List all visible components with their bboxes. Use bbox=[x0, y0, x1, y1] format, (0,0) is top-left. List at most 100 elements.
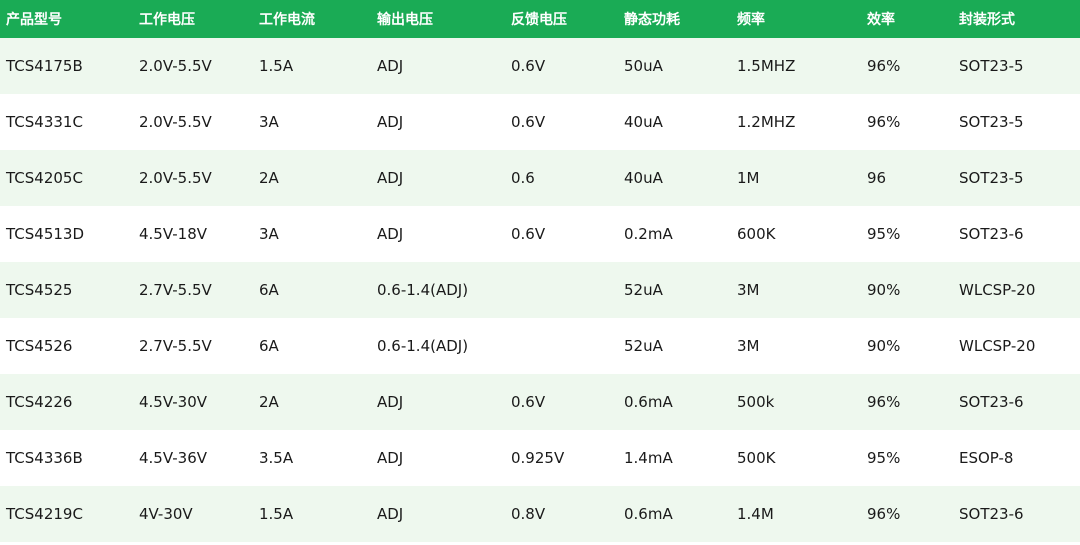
table-cell: TCS4205C bbox=[0, 150, 132, 206]
table-cell: 0.2mA bbox=[617, 206, 730, 262]
table-cell: 2.0V-5.5V bbox=[132, 94, 252, 150]
table-cell: 6A bbox=[252, 262, 370, 318]
table-cell: TCS4331C bbox=[0, 94, 132, 150]
table-row: TCS4226 4.5V-30V 2A ADJ 0.6V 0.6mA 500k … bbox=[0, 374, 1080, 430]
table-cell: ADJ bbox=[370, 430, 504, 486]
table-cell: 40uA bbox=[617, 94, 730, 150]
table-cell: TCS4513D bbox=[0, 206, 132, 262]
table-cell: 4V-30V bbox=[132, 486, 252, 542]
table-cell: SOT23-5 bbox=[952, 150, 1080, 206]
table-cell: 95% bbox=[860, 430, 952, 486]
table-cell: ADJ bbox=[370, 150, 504, 206]
table-cell: SOT23-5 bbox=[952, 94, 1080, 150]
table-row: TCS4525 2.7V-5.5V 6A 0.6-1.4(ADJ) 52uA 3… bbox=[0, 262, 1080, 318]
table-cell: 90% bbox=[860, 262, 952, 318]
table-cell: 50uA bbox=[617, 38, 730, 94]
table-row: TCS4526 2.7V-5.5V 6A 0.6-1.4(ADJ) 52uA 3… bbox=[0, 318, 1080, 374]
table-cell: 52uA bbox=[617, 318, 730, 374]
table-cell: 96 bbox=[860, 150, 952, 206]
table-cell: 3M bbox=[730, 262, 860, 318]
table-row: TCS4219C 4V-30V 1.5A ADJ 0.8V 0.6mA 1.4M… bbox=[0, 486, 1080, 542]
table-cell: 1.2MHZ bbox=[730, 94, 860, 150]
table-cell: 1.4mA bbox=[617, 430, 730, 486]
table-row: TCS4331C 2.0V-5.5V 3A ADJ 0.6V 40uA 1.2M… bbox=[0, 94, 1080, 150]
table-cell: 3M bbox=[730, 318, 860, 374]
table-cell: 90% bbox=[860, 318, 952, 374]
table-cell: SOT23-6 bbox=[952, 374, 1080, 430]
column-header: 封装形式 bbox=[952, 0, 1080, 38]
table-cell: ADJ bbox=[370, 38, 504, 94]
table-cell: 3A bbox=[252, 206, 370, 262]
table-cell: 3.5A bbox=[252, 430, 370, 486]
table-cell: 0.6-1.4(ADJ) bbox=[370, 318, 504, 374]
table-cell: TCS4226 bbox=[0, 374, 132, 430]
table-cell: TCS4526 bbox=[0, 318, 132, 374]
table-cell: 4.5V-18V bbox=[132, 206, 252, 262]
table-cell: 2.0V-5.5V bbox=[132, 38, 252, 94]
column-header: 静态功耗 bbox=[617, 0, 730, 38]
table-cell: 2.7V-5.5V bbox=[132, 262, 252, 318]
table-cell bbox=[504, 318, 617, 374]
column-header: 频率 bbox=[730, 0, 860, 38]
table-cell: ESOP-8 bbox=[952, 430, 1080, 486]
column-header: 工作电压 bbox=[132, 0, 252, 38]
table-cell: 3A bbox=[252, 94, 370, 150]
table-row: TCS4175B 2.0V-5.5V 1.5A ADJ 0.6V 50uA 1.… bbox=[0, 38, 1080, 94]
table-row: TCS4205C 2.0V-5.5V 2A ADJ 0.6 40uA 1M 96… bbox=[0, 150, 1080, 206]
table-cell: 500K bbox=[730, 430, 860, 486]
table-cell: TCS4175B bbox=[0, 38, 132, 94]
table-cell: 0.6V bbox=[504, 94, 617, 150]
table-cell: 1.5A bbox=[252, 486, 370, 542]
table-cell: 52uA bbox=[617, 262, 730, 318]
table-cell: WLCSP-20 bbox=[952, 262, 1080, 318]
column-header: 产品型号 bbox=[0, 0, 132, 38]
table-cell: ADJ bbox=[370, 486, 504, 542]
table-cell: ADJ bbox=[370, 374, 504, 430]
table-cell: TCS4336B bbox=[0, 430, 132, 486]
table-cell: 0.6mA bbox=[617, 374, 730, 430]
table-cell: TCS4219C bbox=[0, 486, 132, 542]
table-cell: TCS4525 bbox=[0, 262, 132, 318]
table-cell: 2A bbox=[252, 150, 370, 206]
column-header: 效率 bbox=[860, 0, 952, 38]
table-cell: 96% bbox=[860, 374, 952, 430]
table-cell: 0.6 bbox=[504, 150, 617, 206]
table-cell: 95% bbox=[860, 206, 952, 262]
table-cell: 0.6V bbox=[504, 206, 617, 262]
table-cell: 1.4M bbox=[730, 486, 860, 542]
table-cell: SOT23-6 bbox=[952, 486, 1080, 542]
table-cell: WLCSP-20 bbox=[952, 318, 1080, 374]
table-cell: 500k bbox=[730, 374, 860, 430]
table-cell: 1M bbox=[730, 150, 860, 206]
table-cell: 6A bbox=[252, 318, 370, 374]
table-cell: 4.5V-30V bbox=[132, 374, 252, 430]
table-cell: 4.5V-36V bbox=[132, 430, 252, 486]
table-cell: 96% bbox=[860, 38, 952, 94]
table-cell: ADJ bbox=[370, 94, 504, 150]
table-cell: SOT23-6 bbox=[952, 206, 1080, 262]
table-cell: ADJ bbox=[370, 206, 504, 262]
table-cell: 600K bbox=[730, 206, 860, 262]
product-spec-table: 产品型号 工作电压 工作电流 输出电压 反馈电压 静态功耗 频率 效率 封装形式… bbox=[0, 0, 1080, 542]
table-cell: 0.6V bbox=[504, 374, 617, 430]
table-cell: 0.6V bbox=[504, 38, 617, 94]
column-header: 反馈电压 bbox=[504, 0, 617, 38]
table-cell: 2A bbox=[252, 374, 370, 430]
table-cell: 0.6mA bbox=[617, 486, 730, 542]
column-header: 输出电压 bbox=[370, 0, 504, 38]
table-cell: 1.5MHZ bbox=[730, 38, 860, 94]
table-cell: 2.0V-5.5V bbox=[132, 150, 252, 206]
table-cell bbox=[504, 262, 617, 318]
table-cell: 1.5A bbox=[252, 38, 370, 94]
table-cell: 96% bbox=[860, 486, 952, 542]
column-header: 工作电流 bbox=[252, 0, 370, 38]
table-row: TCS4513D 4.5V-18V 3A ADJ 0.6V 0.2mA 600K… bbox=[0, 206, 1080, 262]
table-cell: 0.6-1.4(ADJ) bbox=[370, 262, 504, 318]
table-cell: 0.8V bbox=[504, 486, 617, 542]
table-cell: SOT23-5 bbox=[952, 38, 1080, 94]
table-cell: 0.925V bbox=[504, 430, 617, 486]
table-cell: 40uA bbox=[617, 150, 730, 206]
table-header-row: 产品型号 工作电压 工作电流 输出电压 反馈电压 静态功耗 频率 效率 封装形式 bbox=[0, 0, 1080, 38]
table-cell: 96% bbox=[860, 94, 952, 150]
table-cell: 2.7V-5.5V bbox=[132, 318, 252, 374]
